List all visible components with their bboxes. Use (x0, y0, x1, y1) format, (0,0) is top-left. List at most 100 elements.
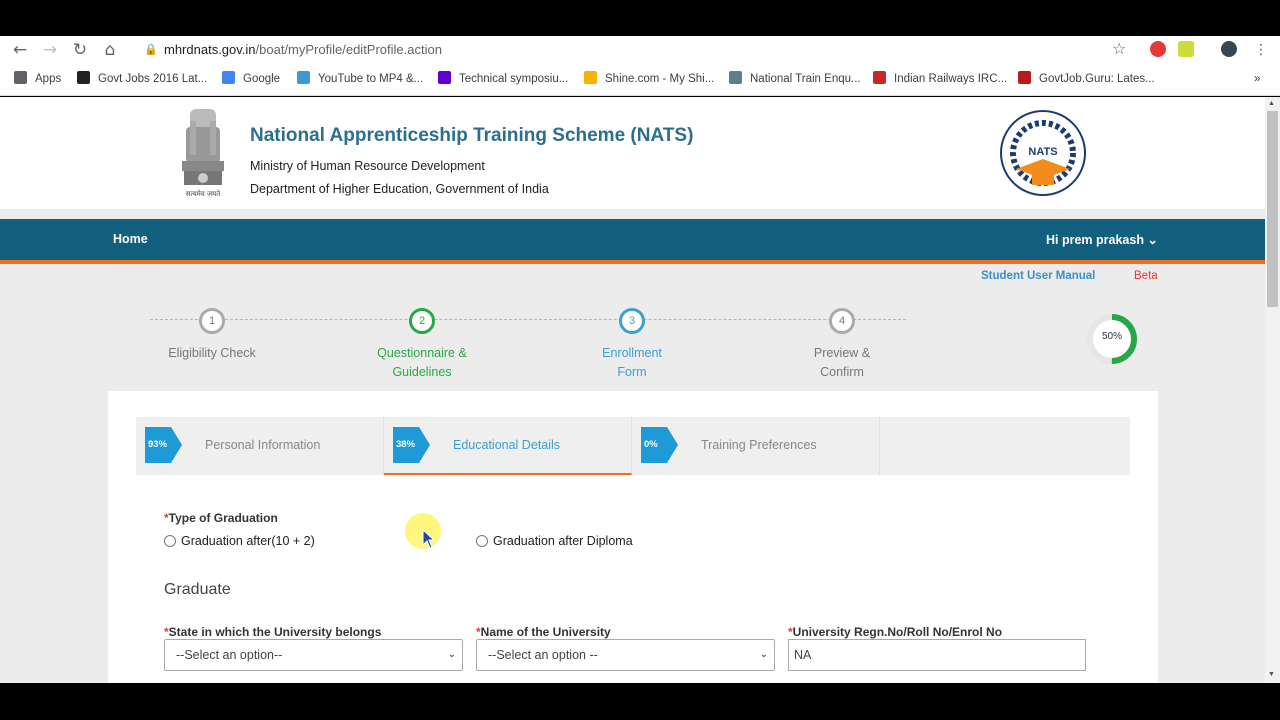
scroll-up-icon[interactable]: ▲ (1268, 100, 1275, 107)
scrollbar-thumb[interactable] (1267, 111, 1278, 307)
bookmark-label: YouTube to MP4 &... (318, 73, 424, 85)
university-label: *Name of the University (476, 625, 611, 639)
lock-icon: 🔒 (144, 43, 158, 56)
step-2-circle: 2 (409, 308, 435, 334)
bookmark-label: Apps (35, 73, 62, 85)
regn-number-input[interactable]: NA (788, 639, 1086, 671)
bookmark-item[interactable]: Google (222, 71, 280, 87)
graduation-type-label: *Type of Graduation (164, 511, 278, 525)
step-1-circle: 1 (199, 308, 225, 334)
url-path: /boat/myProfile/editProfile.action (255, 42, 442, 57)
national-emblem-icon: सत्यमेव जयते (182, 109, 224, 198)
nats-logo-text: NATS (1028, 146, 1057, 158)
bookmark-item[interactable]: Apps (14, 71, 61, 87)
tab-educational-details[interactable]: 38% Educational Details (384, 417, 632, 475)
favicon-icon (77, 71, 90, 84)
apps-grid-icon (14, 71, 27, 84)
bookmark-label: National Train Enqu... (750, 73, 861, 85)
bookmark-label: Shine.com - My Shi... (605, 73, 715, 85)
favicon-icon (729, 71, 742, 84)
forward-arrow-icon[interactable]: → (39, 40, 61, 60)
beta-label: Beta (1134, 270, 1158, 282)
profile-avatar-icon[interactable] (1221, 41, 1237, 57)
favicon-icon (438, 71, 451, 84)
step-1-label: Eligibility Check (168, 346, 256, 360)
browser-toolbar: ← → ↻ ⌂ 🔒 mhrdnats.gov.in/boat/myProfile… (0, 36, 1280, 64)
radio-button[interactable] (476, 535, 488, 547)
step-3-label: Enrollment Form (602, 346, 662, 379)
regn-number-label: *University Regn.No/Roll No/Enrol No (788, 625, 1003, 639)
bookmark-item[interactable]: Technical symposiu... (438, 71, 568, 87)
bookmark-label: Indian Railways IRC... (894, 73, 1008, 85)
menu-dots-icon[interactable]: ⋮ (1250, 40, 1272, 60)
bookmark-item[interactable]: Indian Railways IRC... (873, 71, 1007, 87)
favicon-icon (873, 71, 886, 84)
chevron-down-icon: ⌄ (759, 649, 768, 660)
mouse-cursor-icon (422, 529, 436, 549)
tab-progress-percent: 0% (644, 439, 658, 450)
nav-home-link[interactable]: Home (113, 232, 148, 246)
department-name: Department of Higher Education, Governme… (250, 182, 549, 196)
bookmark-label: GovtJob.Guru: Lates... (1039, 73, 1155, 85)
favicon-icon (222, 71, 235, 84)
step-4-circle: 4 (829, 308, 855, 334)
back-arrow-icon[interactable]: ← (9, 40, 31, 60)
tab-label: Educational Details (453, 438, 561, 452)
top-black-bar (0, 0, 1280, 36)
bookmark-item[interactable]: Govt Jobs 2016 Lat... (77, 71, 207, 87)
ministry-name: Ministry of Human Resource Development (250, 159, 485, 173)
chevron-down-icon: ⌄ (447, 649, 456, 660)
step-2-label: Questionnaire & Guidelines (377, 346, 467, 379)
tab-training-preferences[interactable]: 0% Training Preferences (632, 417, 880, 475)
graduate-section-title: Graduate (164, 581, 231, 598)
favicon-icon (297, 71, 310, 84)
bookmark-label: Technical symposiu... (459, 73, 569, 85)
progress-steps: 50% 1 Eligibility Check 2 Questionnaire & Gu… (108, 287, 1158, 391)
address-bar[interactable]: 🔒 mhrdnats.gov.in/boat/myProfile/editPro… (136, 38, 1142, 62)
bookmarks-overflow-icon[interactable]: » (1254, 71, 1260, 87)
bookmark-label: Google (243, 73, 281, 85)
step-4-label: Preview & Confirm (813, 346, 871, 379)
emblem-caption: सत्यमेव जयते (186, 189, 221, 198)
radio-graduation-after-diploma[interactable]: Graduation after Diploma (476, 534, 633, 548)
browser-chrome: ← → ↻ ⌂ 🔒 mhrdnats.gov.in/boat/myProfile… (0, 36, 1280, 96)
overall-progress-ring: 50% (1084, 311, 1140, 367)
tab-personal-information[interactable]: 93% Personal Information (136, 417, 384, 475)
profile-tabs: 93% Personal Information 38% Educational De… (136, 417, 1130, 475)
url-host: mhrdnats.gov.in (164, 42, 256, 57)
student-user-manual-link[interactable]: Student User Manual (981, 270, 1095, 282)
favicon-icon (584, 71, 597, 84)
bookmark-star-icon[interactable]: ☆ (1112, 39, 1126, 58)
bookmark-item[interactable]: National Train Enqu... (729, 71, 861, 87)
bookmark-label: Govt Jobs 2016 Lat... (98, 73, 208, 85)
bookmark-item[interactable]: GovtJob.Guru: Lates... (1018, 71, 1155, 87)
site-header: सत्यमेव जयते National Apprenticeship Tra… (0, 97, 1265, 209)
state-label: *State in which the University belongs (164, 625, 382, 639)
tab-label: Personal Information (205, 438, 321, 452)
home-icon[interactable]: ⌂ (99, 40, 121, 60)
scroll-down-icon[interactable]: ▼ (1268, 671, 1275, 678)
tab-label: Training Preferences (701, 438, 817, 452)
tab-progress-percent: 93% (148, 439, 168, 450)
bookmark-item[interactable]: Shine.com - My Shi... (584, 71, 714, 87)
reload-icon[interactable]: ↻ (69, 40, 91, 60)
university-select[interactable]: --Select an option -- ⌄ (476, 639, 775, 671)
page-scrollbar[interactable]: ▲ ▼ (1265, 97, 1280, 683)
site-title: National Apprenticeship Training Scheme … (250, 125, 694, 146)
extension-icon[interactable] (1150, 41, 1166, 57)
nats-logo-icon: NATS (1000, 110, 1086, 196)
bookmark-item[interactable]: YouTube to MP4 &... (297, 71, 423, 87)
overall-progress-label: 50% (1101, 331, 1122, 342)
favicon-icon (1018, 71, 1031, 84)
orange-divider (0, 260, 1265, 264)
main-navbar: Home Hi prem prakash ⌄ (0, 219, 1265, 260)
user-menu[interactable]: Hi prem prakash ⌄ (1046, 232, 1158, 247)
bookmarks-bar: Apps Govt Jobs 2016 Lat... Google YouTube t… (0, 66, 1280, 92)
extension-icon[interactable] (1178, 41, 1194, 57)
web-page: सत्यमेव जयते National Apprenticeship Tra… (0, 97, 1265, 683)
step-3-circle: 3 (619, 308, 645, 334)
state-select[interactable]: --Select an option-- ⌄ (164, 639, 463, 671)
radio-graduation-after-12[interactable]: Graduation after(10 + 2) (164, 534, 315, 548)
radio-button[interactable] (164, 535, 176, 547)
form-container: 50% 1 Eligibility Check 2 Questionnaire & Gu… (108, 287, 1158, 683)
